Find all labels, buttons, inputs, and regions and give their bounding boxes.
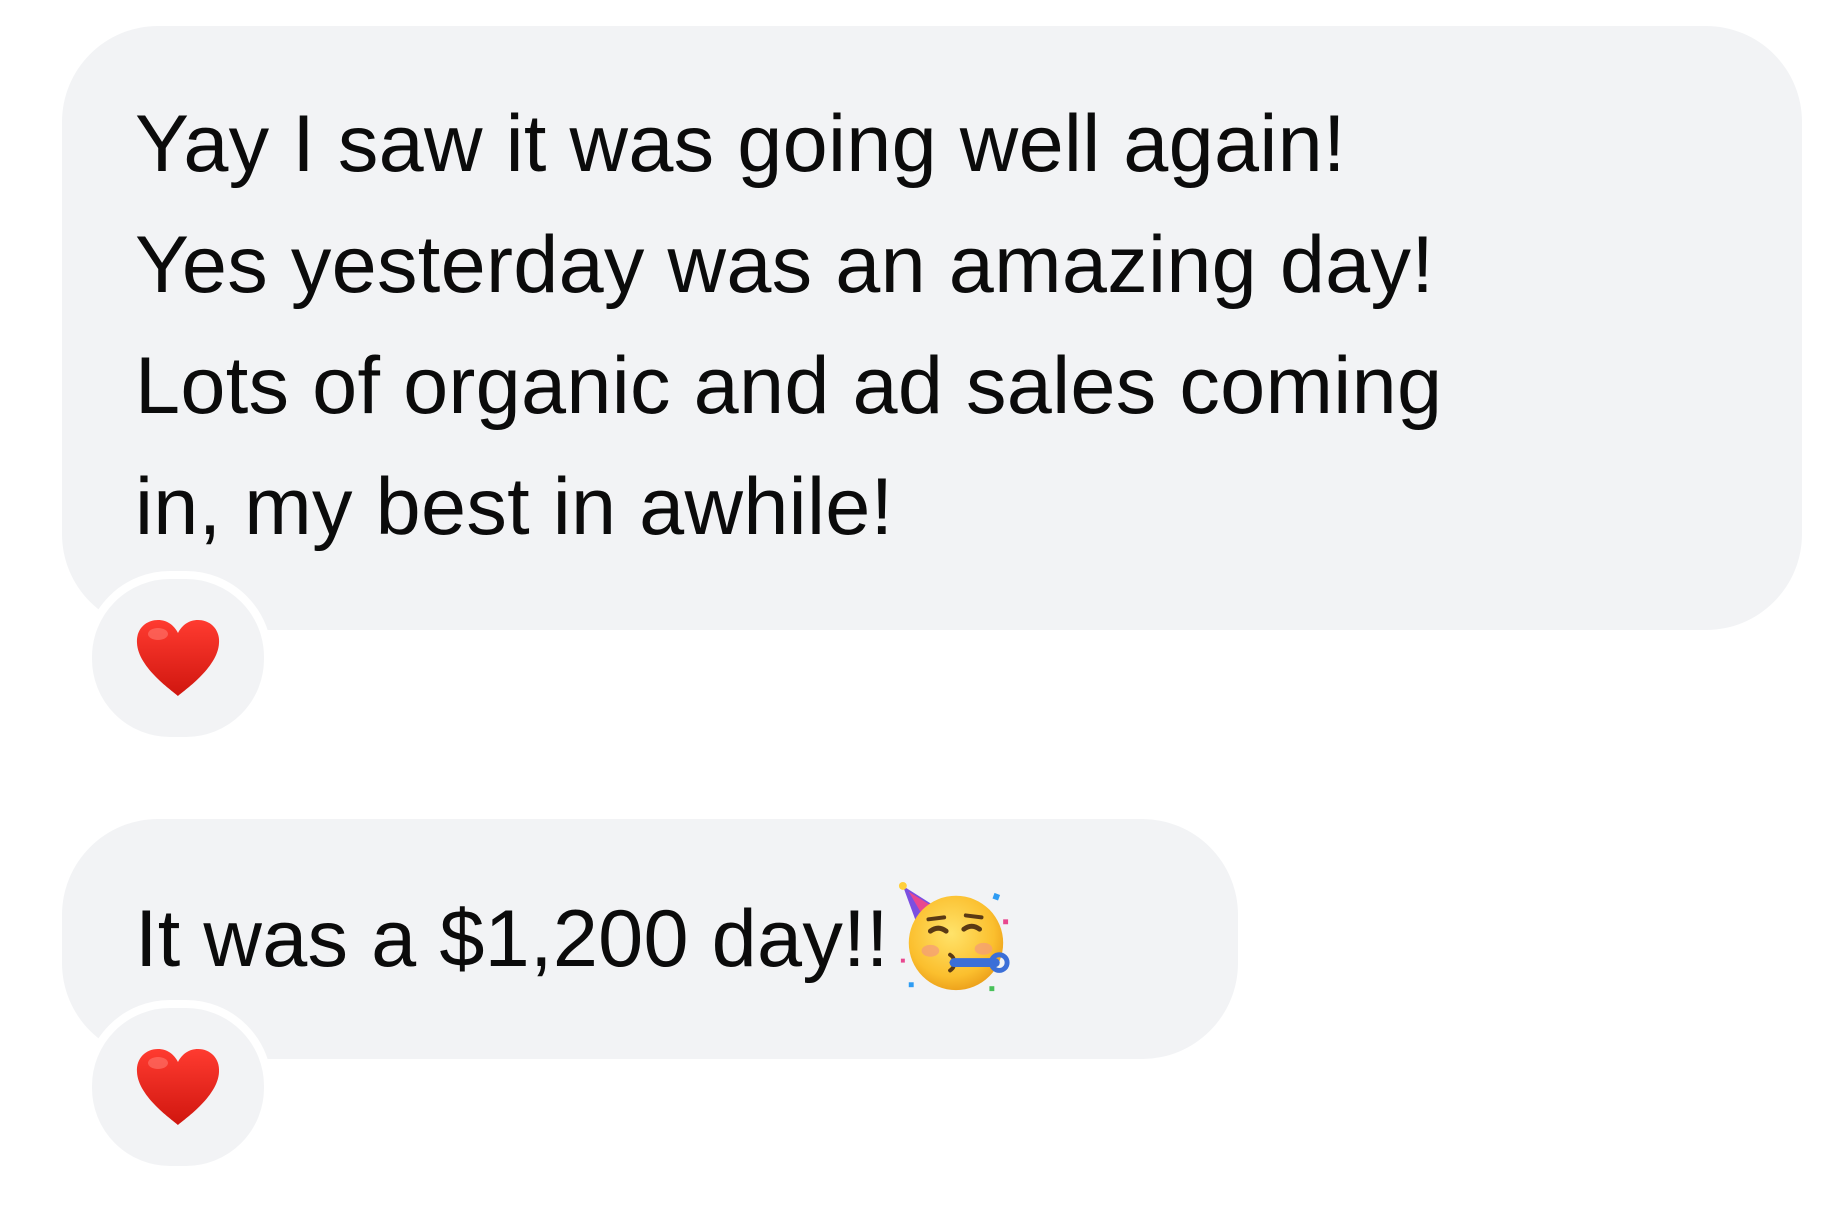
message-thread: Yay I saw it was going well again! Yes y…	[0, 0, 1821, 1215]
partying-face-icon	[898, 881, 1010, 992]
red-heart-icon	[136, 1049, 220, 1125]
message-text: Yay I saw it was going well again! Yes y…	[135, 99, 1443, 552]
message-text: It was a $1,200 day!!	[135, 893, 889, 984]
message-reaction[interactable]	[84, 571, 272, 745]
message-reaction[interactable]	[84, 1000, 272, 1174]
red-heart-icon	[136, 620, 220, 696]
message-bubble[interactable]: Yay I saw it was going well again! Yes y…	[62, 26, 1802, 630]
